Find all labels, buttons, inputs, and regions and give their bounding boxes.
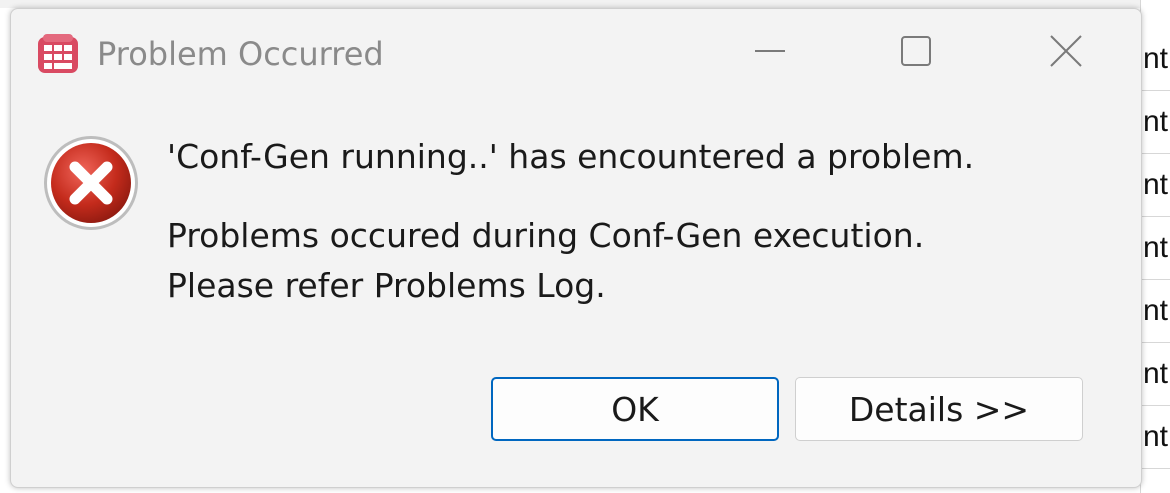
background-table-row: nt xyxy=(1141,280,1170,343)
dialog-title: Problem Occurred xyxy=(97,35,384,73)
close-icon xyxy=(1049,34,1083,72)
background-header-strip xyxy=(0,0,1170,8)
maximize-button[interactable] xyxy=(883,21,949,85)
background-table-row: nt xyxy=(1141,343,1170,406)
background-table-row: nt xyxy=(1141,28,1170,91)
background-table-row: nt xyxy=(1141,217,1170,280)
background-cell-text: nt xyxy=(1143,357,1169,390)
title-bar[interactable]: Problem Occurred xyxy=(11,9,1141,95)
minimize-icon xyxy=(753,34,787,72)
background-cell-text: nt xyxy=(1143,105,1169,138)
ok-button[interactable]: OK xyxy=(491,377,779,441)
background-cell-text: nt xyxy=(1143,294,1169,327)
error-details-text: Problems occured during Conf-Gen executi… xyxy=(167,211,924,311)
background-cell-text: nt xyxy=(1143,42,1169,75)
error-heading: 'Conf-Gen running..' has encountered a p… xyxy=(167,137,975,176)
maximize-icon xyxy=(899,34,933,72)
close-button[interactable] xyxy=(1033,21,1099,85)
background-table-row: nt xyxy=(1141,154,1170,217)
minimize-button[interactable] xyxy=(737,21,803,85)
error-icon xyxy=(41,133,141,233)
error-body-line: Problems occured during Conf-Gen executi… xyxy=(167,216,925,255)
background-cell-text: nt xyxy=(1143,168,1169,201)
background-cell-text: nt xyxy=(1143,420,1169,453)
background-cell-text: nt xyxy=(1143,231,1169,264)
background-table-row: nt xyxy=(1141,406,1170,469)
app-grid-icon xyxy=(35,31,81,77)
error-body-line: Please refer Problems Log. xyxy=(167,266,606,305)
problem-dialog: Problem Occurred 'Conf-Gen running..' ha… xyxy=(10,8,1142,488)
details-button[interactable]: Details >> xyxy=(795,377,1083,441)
background-table-row: nt xyxy=(1141,91,1170,154)
